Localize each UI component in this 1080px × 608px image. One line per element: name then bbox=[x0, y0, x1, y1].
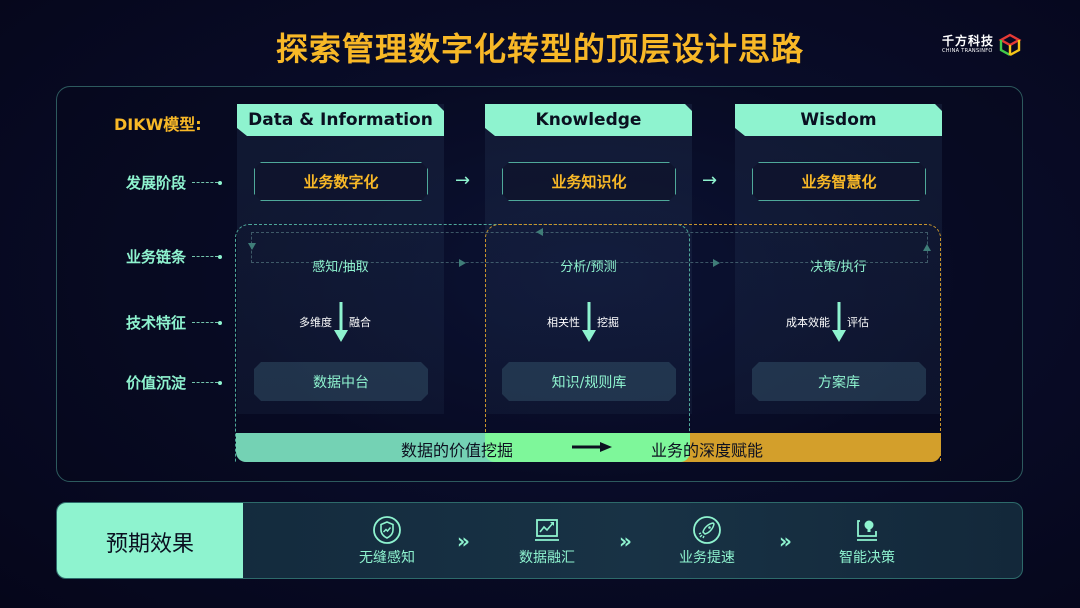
chart-monitor-icon bbox=[535, 519, 559, 541]
stage-box: 业务数字化 bbox=[254, 162, 428, 201]
cube-logo-icon bbox=[998, 33, 1022, 57]
expected-effects-panel: 预期效果 无缝感知 » 数据融汇 » 业务提速 » 智能决策 bbox=[56, 502, 1023, 579]
column-header: Knowledge bbox=[485, 104, 692, 136]
chevron-right-icon: » bbox=[779, 529, 792, 553]
effect-item: 无缝感知 bbox=[337, 515, 437, 567]
loop-arrow-right-icon bbox=[713, 259, 720, 267]
chevron-right-icon: » bbox=[619, 529, 632, 553]
shield-trend-icon bbox=[373, 516, 401, 544]
row-label-text: 业务链条 bbox=[126, 248, 187, 266]
row-label-text: 发展阶段 bbox=[126, 174, 187, 192]
stage-arrow-icon: → bbox=[702, 170, 718, 191]
row-label-text: 技术特征 bbox=[126, 314, 187, 332]
value-flow-bar: 数据的价值挖掘 业务的深度赋能 bbox=[236, 433, 941, 462]
effect-label: 智能决策 bbox=[839, 550, 895, 566]
effect-item: 智能决策 bbox=[817, 515, 917, 567]
lightbulb-laptop-icon bbox=[857, 520, 877, 541]
column-header: Wisdom bbox=[735, 104, 942, 136]
bar-arrow-icon bbox=[572, 442, 612, 452]
row-label-value: 价值沉淀 bbox=[126, 372, 223, 393]
business-chain-loop bbox=[251, 232, 928, 263]
row-label-text: 价值沉淀 bbox=[126, 374, 187, 392]
effect-item: 业务提速 bbox=[657, 515, 757, 567]
dikw-model-label: DIKW模型: bbox=[114, 115, 202, 134]
row-label-chain: 业务链条 bbox=[126, 246, 223, 267]
bar-left-text: 数据的价值挖掘 bbox=[401, 441, 514, 460]
stage-box: 业务智慧化 bbox=[752, 162, 926, 201]
company-logo: 千方科技 CHINA TRANSINFO bbox=[942, 33, 1022, 57]
loop-arrow-up-icon bbox=[923, 244, 931, 251]
effect-item: 数据融汇 bbox=[497, 515, 597, 567]
bar-right-text: 业务的深度赋能 bbox=[651, 441, 764, 460]
column-header: Data & Information bbox=[237, 104, 444, 136]
effect-label: 业务提速 bbox=[679, 550, 735, 566]
stage-box: 业务知识化 bbox=[502, 162, 676, 201]
logo-en-text: CHINA TRANSINFO bbox=[942, 48, 993, 54]
row-label-tech: 技术特征 bbox=[126, 312, 223, 333]
effect-label: 无缝感知 bbox=[359, 550, 415, 566]
effects-title: 预期效果 bbox=[57, 503, 243, 578]
loop-arrow-left-icon bbox=[536, 228, 543, 236]
loop-arrow-down-icon bbox=[248, 243, 256, 250]
row-label-stage: 发展阶段 bbox=[126, 172, 223, 193]
effect-label: 数据融汇 bbox=[519, 550, 575, 566]
logo-cn-text: 千方科技 bbox=[942, 34, 995, 48]
page-title: 探索管理数字化转型的顶层设计思路 bbox=[275, 30, 804, 68]
stage-arrow-icon: → bbox=[455, 170, 471, 191]
rocket-icon bbox=[693, 516, 721, 544]
chevron-right-icon: » bbox=[457, 529, 470, 553]
loop-arrow-right-icon bbox=[459, 259, 466, 267]
